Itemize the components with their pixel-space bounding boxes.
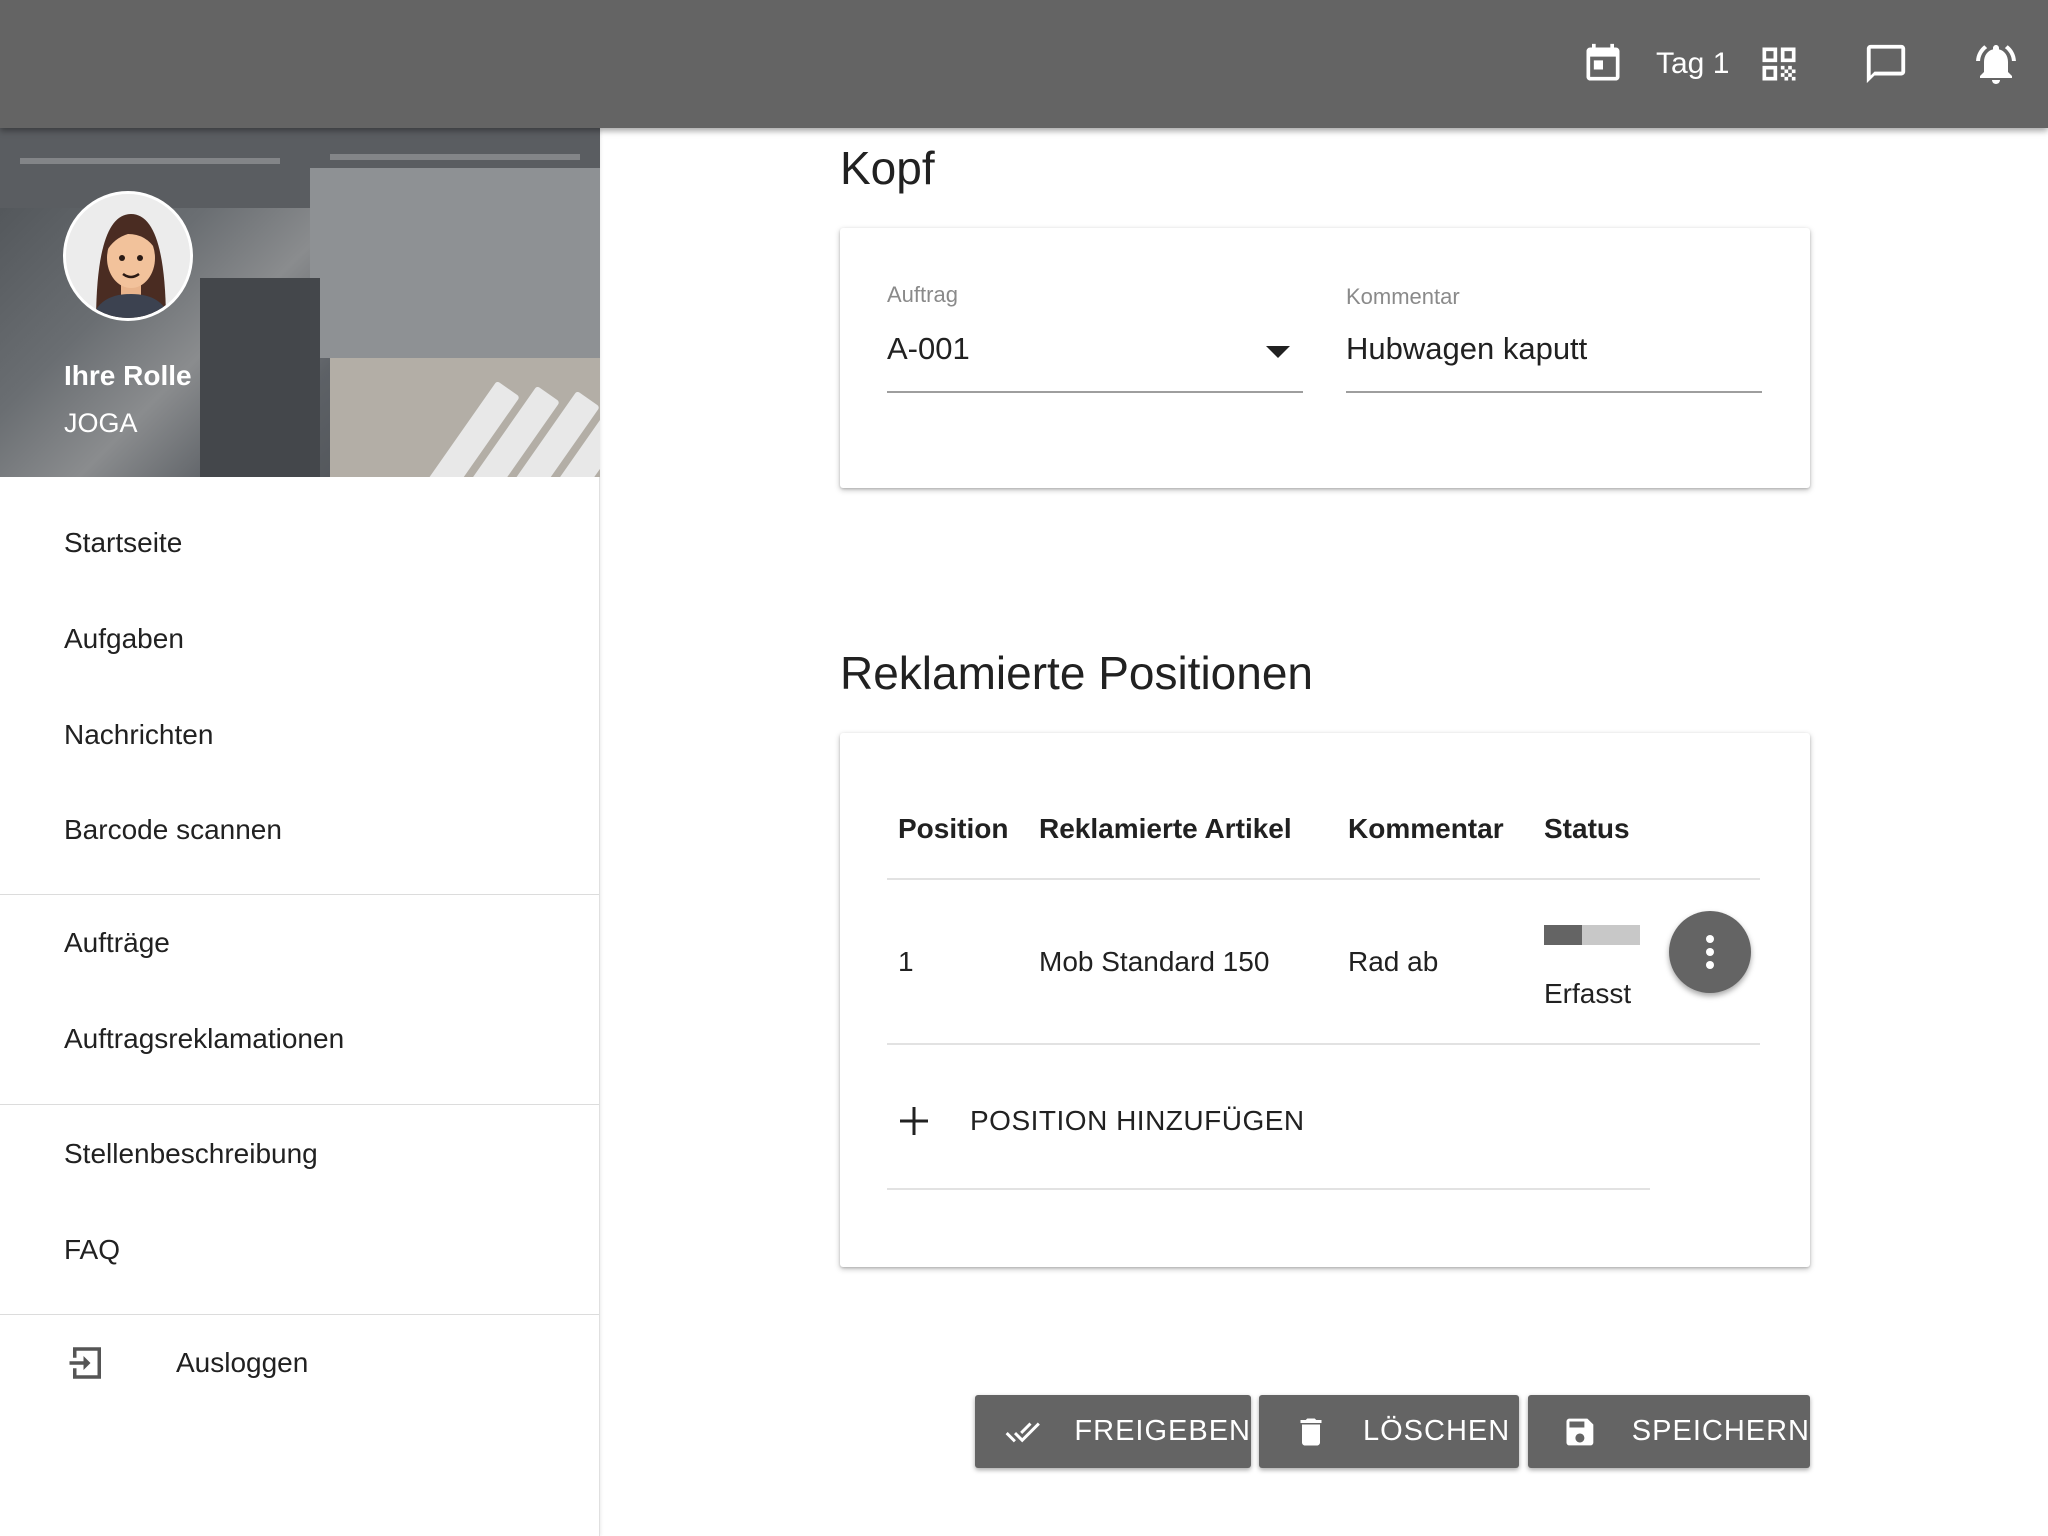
kommentar-label: Kommentar [1346,284,1460,309]
sidebar-divider [0,894,599,895]
cell-status: Erfasst [1544,978,1632,1009]
sidebar-item-label: Stellenbeschreibung [64,1138,318,1169]
sidebar-item-label: Nachrichten [64,719,214,750]
trash-icon [1300,1418,1322,1445]
header-background-hall [310,168,600,358]
delete-label: LÖSCHEN [1363,1415,1511,1447]
column-header-artikel: Reklamierte Artikel [1039,813,1292,844]
column-header-position: Position [898,813,1009,844]
logout-icon [69,1347,101,1379]
release-label: FREIGEBEN [1074,1415,1251,1447]
header-divider [887,878,1760,880]
sidebar-item-auftraege[interactable]: Aufträge [0,903,599,983]
sidebar-item-label: Startseite [64,527,183,558]
sidebar-divider [0,1104,599,1105]
sidebar-item-label: Auftragsreklamationen [64,1023,345,1054]
add-position-label: POSITION HINZUFÜGEN [970,1105,1305,1136]
kommentar-underline [1346,391,1762,393]
app-bar: Tag 1 [0,0,2048,128]
sidebar-item-label: FAQ [64,1234,121,1265]
save-button[interactable]: SPEICHERN [1528,1395,1810,1468]
positionen-card: Position Reklamierte Artikel Kommentar S… [840,733,1810,1267]
sidebar-item-startseite[interactable]: Startseite [0,503,599,583]
role-name: JOGA [64,408,138,438]
sidebar-item-ausloggen[interactable]: Ausloggen [0,1323,599,1403]
sidebar-item-barcode-scannen[interactable]: Barcode scannen [0,790,599,870]
chevron-down-icon[interactable] [1266,346,1290,365]
release-button[interactable]: FREIGEBEN [975,1395,1251,1468]
row-more-button[interactable] [1669,911,1751,993]
add-position-button[interactable]: POSITION HINZUFÜGEN [898,1093,1305,1149]
sidebar-item-nachrichten[interactable]: Nachrichten [0,695,599,775]
qr-code-icon[interactable] [1754,0,1804,128]
done-all-icon [1005,1422,1040,1442]
sidebar-item-aufgaben[interactable]: Aufgaben [0,599,599,679]
day-label: Tag 1 [1656,47,1730,80]
sidebar-header: Ihre Rolle JOGA [0,128,600,477]
kommentar-input[interactable]: Hubwagen kaputt [1346,331,1587,367]
add-divider [887,1188,1650,1190]
sidebar-item-label: Barcode scannen [64,814,282,845]
auftrag-label: Auftrag [887,282,958,307]
status-progress-bar [1544,925,1640,945]
save-label: SPEICHERN [1631,1415,1810,1447]
calendar-icon[interactable] [1578,0,1628,128]
sidebar-item-label: Aufgaben [64,623,184,654]
sidebar-item-stellenbeschreibung[interactable]: Stellenbeschreibung [0,1114,599,1194]
section-title-kopf: Kopf [840,142,935,194]
kopf-card: Auftrag A-001 Kommentar Hubwagen kaputt [840,228,1810,488]
section-title-positionen: Reklamierte Positionen [840,647,1314,699]
cell-kommentar: Rad ab [1348,946,1439,977]
status-progress-fill [1544,925,1583,945]
sidebar-item-label: Ausloggen [176,1347,309,1378]
auftrag-select-value[interactable]: A-001 [887,331,970,367]
sidebar-divider [0,1314,599,1315]
column-header-kommentar: Kommentar [1348,813,1504,844]
auftrag-underline [887,391,1303,393]
plus-icon [900,1107,928,1135]
header-background-stripe [330,154,580,160]
delete-button[interactable]: LÖSCHEN [1259,1395,1519,1468]
cell-artikel: Mob Standard 150 [1039,946,1270,977]
role-title: Ihre Rolle [64,360,192,391]
cell-position: 1 [898,946,914,977]
row-divider [887,1043,1760,1045]
alarm-bell-icon[interactable] [1970,0,2022,128]
sidebar-item-label: Aufträge [64,927,170,958]
sidebar-item-faq[interactable]: FAQ [0,1210,599,1290]
more-vert-icon [1706,935,1714,969]
save-icon [1566,1418,1594,1445]
avatar[interactable] [63,191,193,321]
chat-icon[interactable] [1860,0,1912,128]
sidebar: Ihre Rolle JOGA Startseite Aufgaben Nach… [0,128,600,1536]
sidebar-item-auftragsreklamationen[interactable]: Auftragsreklamationen [0,999,599,1079]
header-background-stripe [20,158,280,164]
column-header-status: Status [1544,813,1630,844]
header-background-dock [200,278,320,477]
